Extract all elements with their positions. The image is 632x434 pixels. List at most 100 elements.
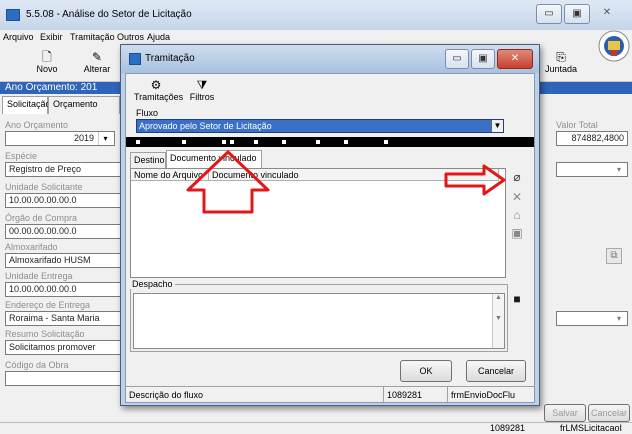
- documents-grid: Nome do Arquivo Documento vinculado: [130, 168, 506, 278]
- tramitacoes-label: Tramitações: [134, 92, 184, 102]
- minimize-button[interactable]: ▭: [536, 4, 562, 24]
- orgao-compra-field[interactable]: 00.00.00.00.00.0: [5, 224, 123, 239]
- resumo-solicitacao-label: Resumo Solicitação: [5, 329, 85, 339]
- dialog-app-icon: [129, 53, 141, 65]
- ano-dropdown-arrow-icon[interactable]: ▾: [98, 132, 112, 145]
- save-icon[interactable]: ▣: [510, 226, 524, 240]
- unidade-solicitante-field[interactable]: 10.00.00.00.00.0: [5, 193, 123, 208]
- almoxarifado-field[interactable]: Almoxarifado HUSM: [5, 253, 123, 268]
- fluxo-value: Aprovado pelo Setor de Licitação: [139, 121, 272, 131]
- flow-dot: [222, 140, 226, 144]
- unidade-entrega-field[interactable]: 10.00.00.00.00.0: [5, 282, 123, 297]
- open-folder-icon[interactable]: ⌂: [510, 208, 524, 222]
- flow-dot: [230, 140, 234, 144]
- ano-orcamento-label: Ano Orçamento: [5, 120, 69, 130]
- juntada-label: Juntada: [544, 64, 578, 74]
- menu-exibir[interactable]: Exibir: [40, 32, 63, 42]
- dropdown-arrow-icon[interactable]: ▾: [612, 163, 626, 176]
- endereco-entrega-label: Endereço de Entrega: [5, 300, 91, 310]
- new-document-icon: 🗋: [42, 50, 52, 64]
- tab-solicitacao[interactable]: Solicitação: [2, 96, 51, 114]
- dialog-titlebar: Tramitação ▭ ▣ ✕: [121, 45, 539, 73]
- flow-dot: [384, 140, 388, 144]
- tab-destino[interactable]: Destino: [130, 152, 166, 168]
- ok-button[interactable]: OK: [400, 360, 452, 382]
- menu-arquivo[interactable]: Arquivo: [3, 32, 34, 42]
- menu-ajuda[interactable]: Ajuda: [147, 32, 170, 42]
- dialog-maximize-button[interactable]: ▣: [471, 49, 495, 69]
- despacho-textarea[interactable]: ▲ ▼: [133, 293, 505, 349]
- attach-icon[interactable]: ⌀: [510, 170, 524, 184]
- edit-icon: ✎: [91, 50, 103, 64]
- app-icon: [6, 9, 20, 21]
- flow-progress-strip: [126, 137, 534, 147]
- endereco-entrega-field[interactable]: Roraima - Santa Maria: [5, 311, 123, 326]
- filtros-button[interactable]: ⧩ Filtros: [182, 76, 222, 110]
- novo-label: Novo: [36, 64, 58, 74]
- status-form: frmEnvioDocFlu: [451, 390, 516, 400]
- menu-tramitacao[interactable]: Tramitação: [70, 32, 115, 42]
- status-descricao: Descrição do fluxo: [126, 387, 384, 403]
- attach-icon: ⎘: [556, 50, 566, 64]
- valor-total-label: Valor Total: [556, 120, 598, 130]
- save-icon[interactable]: ■: [510, 292, 524, 306]
- filtros-label: Filtros: [189, 92, 215, 102]
- tab-orcamento[interactable]: Orçamento: [48, 96, 120, 114]
- valor-total-field[interactable]: 874882,4800: [556, 131, 628, 146]
- salvar-button[interactable]: Salvar: [544, 404, 586, 422]
- orgao-compra-label: Órgão de Compra: [5, 213, 78, 223]
- close-button[interactable]: ✕: [592, 4, 622, 24]
- gear-icon: ⚙: [150, 78, 162, 92]
- main-status-id: 1089281: [490, 423, 526, 433]
- menu-outros[interactable]: Outros: [117, 32, 144, 42]
- fluxo-select[interactable]: Aprovado pelo Setor de Licitação ▼: [136, 119, 504, 133]
- delete-icon[interactable]: ✕: [510, 190, 524, 204]
- main-status-bar: 1089281 frLMSLicitacaoI: [0, 422, 632, 434]
- fluxo-label: Fluxo: [136, 108, 159, 118]
- juntada-button[interactable]: ⎘ Juntada: [538, 48, 584, 82]
- codigo-obra-label: Código da Obra: [5, 360, 69, 370]
- dialog-title: Tramitação: [145, 53, 195, 64]
- window-title: 5.5.08 - Análise do Setor de Licitação: [26, 9, 192, 20]
- flow-dot: [344, 140, 348, 144]
- main-status-form: frLMSLicitacaoI: [560, 423, 623, 433]
- alterar-button[interactable]: ✎ Alterar: [74, 48, 120, 82]
- flow-dot: [282, 140, 286, 144]
- tramitacoes-button[interactable]: ⚙ Tramitações: [134, 76, 184, 110]
- status-id: 1089281: [384, 387, 448, 403]
- cancelar-button[interactable]: Cancelar: [466, 360, 526, 382]
- col-documento-vinculado[interactable]: Documento vinculado: [209, 169, 499, 181]
- col-nome-arquivo[interactable]: Nome do Arquivo: [131, 169, 209, 181]
- despacho-label: Despacho: [130, 279, 175, 289]
- alterar-label: Alterar: [83, 64, 111, 74]
- dialog-minimize-button[interactable]: ▭: [445, 49, 469, 69]
- university-logo: [598, 30, 630, 62]
- dialog-status-bar: Descrição do fluxo 1089281 frmEnvioDocFl…: [126, 386, 534, 403]
- unidade-entrega-label: Unidade Entrega: [5, 271, 73, 281]
- resumo-solicitacao-field[interactable]: Solicitamos promover: [5, 340, 123, 355]
- dialog-toolbar: ⚙ Tramitações ⧩ Filtros: [128, 76, 278, 104]
- main-titlebar: 5.5.08 - Análise do Setor de Licitação ▭…: [0, 0, 632, 30]
- unidade-solicitante-label: Unidade Solicitante: [5, 182, 83, 192]
- main-cancelar-button[interactable]: Cancelar: [588, 404, 630, 422]
- flow-dot: [316, 140, 320, 144]
- despacho-scrollbar[interactable]: ▲ ▼: [492, 294, 504, 348]
- codigo-obra-field[interactable]: [5, 371, 123, 386]
- maximize-button[interactable]: ▣: [564, 4, 590, 24]
- flow-dot: [136, 140, 140, 144]
- tab-documento-vinculado[interactable]: Documento vinculado: [166, 150, 262, 168]
- novo-button[interactable]: 🗋 Novo: [24, 48, 70, 82]
- dropdown-arrow-icon[interactable]: ▾: [612, 312, 626, 325]
- tramitacao-dialog: Tramitação ▭ ▣ ✕ ⚙ Tramitações ⧩ Filtros…: [120, 44, 540, 406]
- flow-dot: [182, 140, 186, 144]
- filter-icon: ⧩: [196, 78, 208, 92]
- dialog-body: ⚙ Tramitações ⧩ Filtros Fluxo Aprovado p…: [125, 73, 535, 403]
- dialog-close-button[interactable]: ✕: [497, 49, 533, 69]
- dropdown-arrow-icon[interactable]: ▼: [491, 120, 503, 132]
- especie-label: Espécie: [5, 151, 38, 161]
- especie-field[interactable]: Registro de Preço: [5, 162, 123, 177]
- flow-dot: [254, 140, 258, 144]
- almoxarifado-label: Almoxarifado: [5, 242, 58, 252]
- lookup-icon[interactable]: ⧉: [606, 248, 622, 264]
- despacho-group: ▲ ▼: [130, 284, 508, 352]
